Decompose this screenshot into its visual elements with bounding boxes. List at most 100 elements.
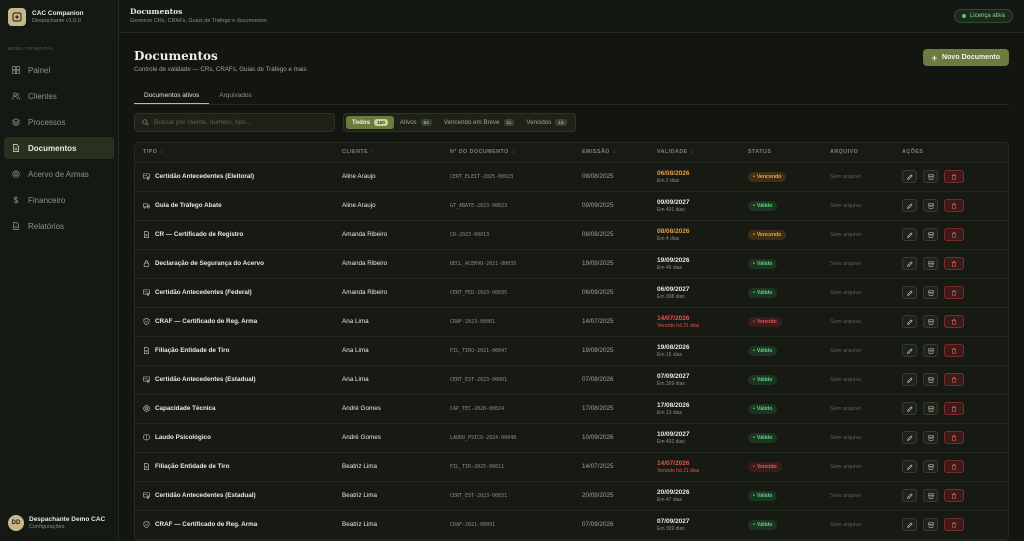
edit-button[interactable] [902,199,917,212]
table-row[interactable]: Certidão Antecedentes (Estadual) Ana Lim… [135,365,1008,395]
status-dot-icon: • [753,260,755,267]
sidebar-item-relatorios[interactable]: Relatórios [4,215,114,237]
column-header[interactable]: EMISSÃO ↕ [574,143,649,163]
edit-button[interactable] [902,228,917,241]
archive-button[interactable] [923,460,938,473]
sidebar-item-financeiro[interactable]: Financeiro [4,189,114,211]
archive-icon [927,493,934,499]
table-row[interactable]: Filiação Entidade de Tiro Beatriz Lima F… [135,452,1008,482]
certificate-icon [143,492,155,500]
tab-archived[interactable]: Arquivados [209,88,262,104]
sidebar-item-painel[interactable]: Painel [4,59,114,81]
status-dot-icon: • [753,173,755,180]
edit-button[interactable] [902,402,917,415]
delete-button[interactable] [944,518,964,531]
archive-button[interactable] [923,199,938,212]
delete-button[interactable] [944,286,964,299]
delete-button[interactable] [944,170,964,183]
archive-icon [927,522,934,528]
cell-tipo: Capacidade Técnica [135,394,334,424]
cell-tipo: Certidão Antecedentes (Estadual) [135,481,334,511]
column-header[interactable]: Nº DO DOCUMENTO ↕ [442,143,574,163]
table-row[interactable]: Certidão Antecedentes (Federal) Amanda R… [135,278,1008,308]
archive-button[interactable] [923,170,938,183]
cell-validade: 19/09/2026 Em 46 dias [649,249,740,279]
delete-button[interactable] [944,431,964,444]
edit-button[interactable] [902,489,917,502]
delete-button[interactable] [944,373,964,386]
cell-arquivo: Sem arquivo [822,510,894,540]
archive-icon [927,406,934,412]
filter-pill[interactable]: Vencidos 15 [520,116,572,129]
table-row[interactable]: Guia de Tráfego Abate Aline Araujo GT_AB… [135,191,1008,221]
sidebar-item-acervo-de-armas[interactable]: Acervo de Armas [4,163,114,185]
delete-button[interactable] [944,402,964,415]
archive-icon [927,319,934,325]
sidebar-item-clientes[interactable]: Clientes [4,85,114,107]
cell-tipo: Laudo Psicológico [135,423,334,453]
archive-button[interactable] [923,489,938,502]
page-title: Documentos [134,49,218,63]
delete-button[interactable] [944,257,964,270]
delete-button[interactable] [944,199,964,212]
archive-button[interactable] [923,344,938,357]
archive-button[interactable] [923,315,938,328]
edit-button[interactable] [902,431,917,444]
user-settings-link[interactable]: Configurações [29,524,105,531]
table-row[interactable]: CRAF — Certificado de Reg. Arma Ana Lima… [135,307,1008,337]
cell-arquivo: Sem arquivo [822,278,894,308]
filter-pill[interactable]: Todos 100 [346,116,394,129]
table-row[interactable]: Certidão Antecedentes (Eleitoral) Aline … [135,162,1008,192]
edit-button[interactable] [902,373,917,386]
user-profile[interactable]: DD Despachante Demo CAC Configurações [8,515,105,531]
delete-button[interactable] [944,228,964,241]
delete-button[interactable] [944,344,964,357]
table-row[interactable]: Certidão Antecedentes (Estadual) Beatriz… [135,481,1008,511]
table-row[interactable]: Capacidade Técnica André Gomes CAP_TEC-2… [135,394,1008,424]
edit-button[interactable] [902,170,917,183]
tipo-text: Declaração de Segurança do Acervo [155,260,264,268]
search-input[interactable] [154,119,324,126]
cell-status: • Válido [740,394,822,424]
trash-icon [951,202,957,209]
tab-active-documents[interactable]: Documentos ativos [134,88,210,104]
archive-button[interactable] [923,402,938,415]
column-header[interactable]: VALIDADE ↕ [649,143,740,163]
brand[interactable]: CAC Companion Despachante v1.0.0 [0,0,118,34]
archive-button[interactable] [923,431,938,444]
cell-cliente: Ana Lima [334,365,442,395]
cell-numero: CAP_TEC-2020-00024 [442,394,574,424]
edit-button[interactable] [902,286,917,299]
edit-button[interactable] [902,460,917,473]
sidebar-item-label: Documentos [28,143,77,153]
archive-button[interactable] [923,373,938,386]
column-header: AÇÕES [894,143,1008,163]
filter-label: Ativos [399,119,417,126]
archive-button[interactable] [923,518,938,531]
edit-button[interactable] [902,315,917,328]
delete-button[interactable] [944,460,964,473]
new-document-button[interactable]: + Novo Documento [922,49,1009,66]
cell-actions [894,452,1008,482]
sidebar-item-documentos[interactable]: Documentos [4,137,114,159]
archive-button[interactable] [923,286,938,299]
table-row[interactable]: Declaração de Segurança do Acervo Amanda… [135,249,1008,279]
table-row[interactable]: CRAF — Certificado de Reg. Arma Beatriz … [135,510,1008,540]
delete-button[interactable] [944,315,964,328]
archive-button[interactable] [923,257,938,270]
edit-button[interactable] [902,518,917,531]
edit-button[interactable] [902,344,917,357]
filter-pill[interactable]: Vencendo em Breve 11 [438,116,521,129]
archive-button[interactable] [923,228,938,241]
table-row[interactable]: CR — Certificado de Registro Amanda Ribe… [135,220,1008,250]
column-header[interactable]: TIPO ↕ [135,143,334,163]
table-row[interactable]: Laudo Psicológico André Gomes LAUDO_PSIC… [135,423,1008,453]
delete-button[interactable] [944,489,964,502]
table-row[interactable]: Filiação Entidade de Tiro Ana Lima FIL_T… [135,336,1008,366]
sidebar-item-processos[interactable]: Processos [4,111,114,133]
filter-pill[interactable]: Ativos 84 [394,116,438,129]
status-badge: • Válido [748,258,778,269]
cell-status: • Vencido [740,307,822,337]
edit-button[interactable] [902,257,917,270]
column-header[interactable]: CLIENTE ↑ [334,143,442,163]
